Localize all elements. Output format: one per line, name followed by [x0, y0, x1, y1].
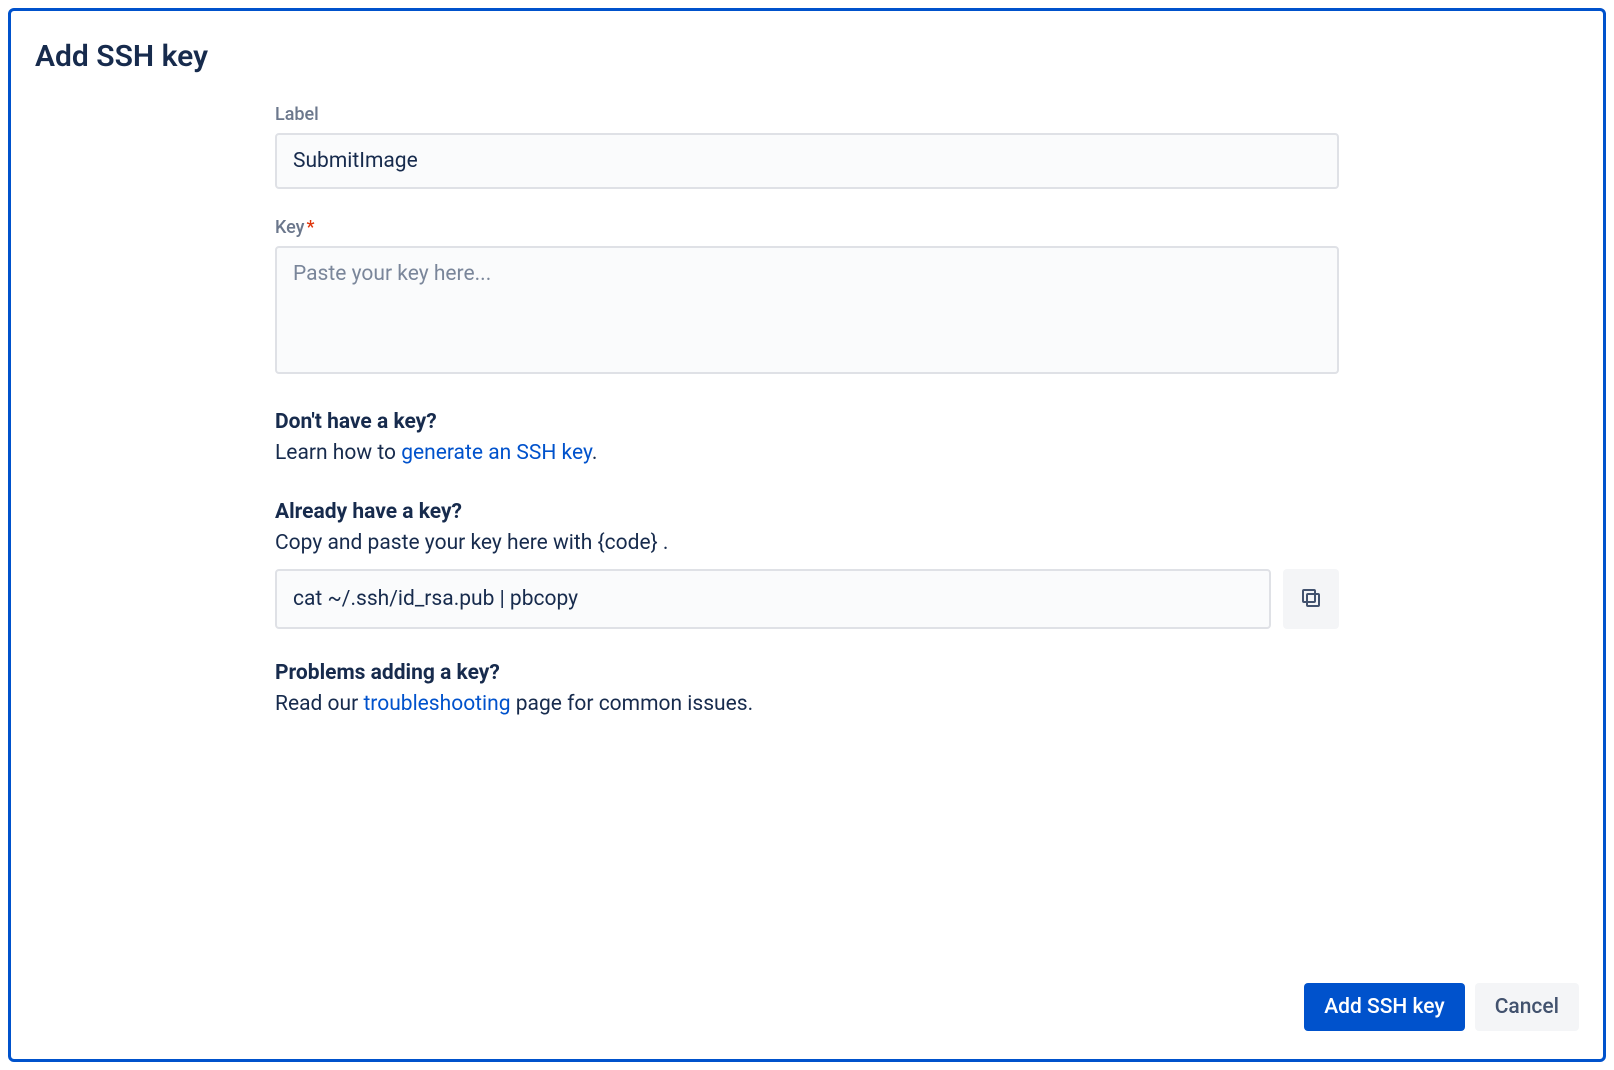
- no-key-suffix: .: [592, 441, 598, 465]
- no-key-prefix: Learn how to: [275, 441, 401, 465]
- copy-icon: [1299, 586, 1323, 613]
- copy-button[interactable]: [1283, 569, 1339, 629]
- no-key-text: Learn how to generate an SSH key.: [275, 438, 1339, 470]
- key-field-label: Key*: [275, 217, 1339, 238]
- add-ssh-key-modal: Add SSH key Label Key* Don't have a key?…: [8, 8, 1606, 1062]
- generate-ssh-key-link[interactable]: generate an SSH key: [401, 441, 592, 465]
- label-input[interactable]: [275, 133, 1339, 189]
- no-key-heading: Don't have a key?: [275, 410, 1339, 434]
- required-indicator: *: [307, 217, 315, 238]
- cancel-button[interactable]: Cancel: [1475, 983, 1579, 1031]
- command-box[interactable]: cat ~/.ssh/id_rsa.pub | pbcopy: [275, 569, 1271, 629]
- code-row: cat ~/.ssh/id_rsa.pub | pbcopy: [275, 569, 1339, 629]
- label-field-label: Label: [275, 104, 1339, 125]
- key-textarea[interactable]: [275, 246, 1339, 374]
- problems-heading: Problems adding a key?: [275, 661, 1339, 685]
- problems-suffix: page for common issues.: [511, 692, 754, 716]
- have-key-heading: Already have a key?: [275, 500, 1339, 524]
- troubleshooting-link[interactable]: troubleshooting: [363, 692, 510, 716]
- add-ssh-key-button[interactable]: Add SSH key: [1304, 983, 1465, 1031]
- problems-prefix: Read our: [275, 692, 363, 716]
- key-field-label-text: Key: [275, 217, 305, 238]
- modal-footer: Add SSH key Cancel: [1304, 983, 1579, 1031]
- form-area: Label Key* Don't have a key? Learn how t…: [275, 104, 1339, 1027]
- problems-text: Read our troubleshooting page for common…: [275, 689, 1339, 721]
- modal-title: Add SSH key: [35, 39, 1579, 74]
- have-key-text: Copy and paste your key here with {code}…: [275, 528, 1339, 560]
